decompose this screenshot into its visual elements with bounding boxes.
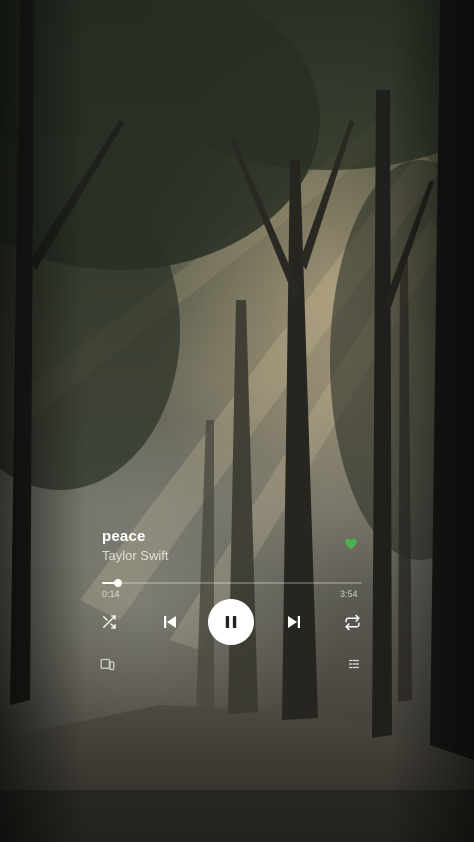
previous-button[interactable] (160, 612, 180, 632)
play-pause-button[interactable] (208, 599, 254, 645)
queue-icon (348, 658, 360, 670)
pause-icon (222, 613, 240, 631)
next-button[interactable] (284, 612, 304, 632)
heart-icon[interactable] (344, 537, 358, 551)
devices-button[interactable] (99, 656, 115, 672)
queue-button[interactable] (347, 657, 361, 671)
progress-bar[interactable] (102, 579, 362, 587)
shuffle-icon (101, 614, 117, 630)
now-playing-screen: peace Taylor Swift 0:14 3:54 (0, 0, 474, 842)
total-duration: 3:54 (340, 589, 358, 599)
elapsed-time: 0:14 (102, 589, 120, 599)
repeat-icon (344, 614, 361, 631)
player-overlay: peace Taylor Swift 0:14 3:54 (0, 0, 474, 842)
progress-knob[interactable] (113, 579, 122, 587)
shuffle-button[interactable] (100, 613, 118, 631)
repeat-button[interactable] (343, 613, 361, 631)
track-title: peace (102, 528, 146, 545)
skip-previous-icon (161, 613, 179, 631)
track-artist[interactable]: Taylor Swift (102, 548, 168, 563)
devices-icon (100, 657, 115, 672)
skip-next-icon (285, 613, 303, 631)
